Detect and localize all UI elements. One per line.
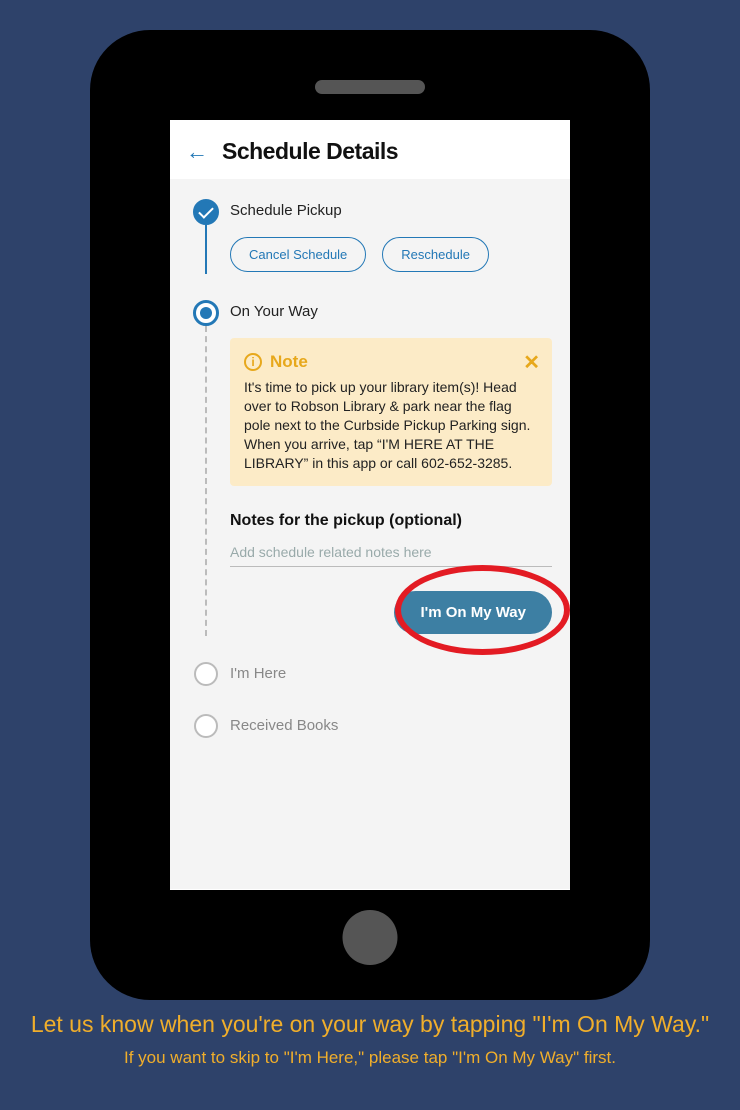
app-header: ← Schedule Details: [170, 120, 570, 179]
notes-label: Notes for the pickup (optional): [230, 512, 552, 530]
app-screen: ← Schedule Details Schedule Pickup Cance…: [170, 120, 570, 890]
step-marker-current-icon: [193, 300, 219, 326]
phone-frame: ← Schedule Details Schedule Pickup Cance…: [90, 30, 650, 1000]
back-arrow-icon[interactable]: ←: [186, 141, 208, 163]
step-marker-future-icon: [194, 662, 218, 686]
step-schedule-pickup: Schedule Pickup Cancel Schedule Reschedu…: [188, 199, 552, 300]
phone-speaker: [315, 80, 425, 94]
cancel-schedule-button[interactable]: Cancel Schedule: [230, 237, 366, 272]
step-title: On Your Way: [230, 300, 552, 320]
caption-line-2: If you want to skip to "I'm Here," pleas…: [30, 1048, 710, 1068]
step-title: I'm Here: [230, 662, 552, 682]
page-title: Schedule Details: [222, 138, 398, 165]
note-body: It's time to pick up your library item(s…: [244, 378, 536, 472]
instruction-captions: Let us know when you're on your way by t…: [0, 1010, 740, 1068]
step-marker-future-icon: [194, 714, 218, 738]
info-icon: i: [244, 353, 262, 371]
step-on-your-way: On Your Way i Note ✕ It's time to pick u…: [188, 300, 552, 662]
note-title: Note: [270, 352, 308, 372]
connector: [205, 225, 207, 274]
step-received-books: Received Books: [188, 714, 552, 798]
caption-line-1: Let us know when you're on your way by t…: [30, 1010, 710, 1040]
im-on-my-way-button[interactable]: I'm On My Way: [394, 591, 552, 634]
step-marker-done-icon: [193, 199, 219, 225]
step-im-here: I'm Here: [188, 662, 552, 714]
close-icon[interactable]: ✕: [523, 350, 540, 375]
timeline: Schedule Pickup Cancel Schedule Reschedu…: [188, 199, 552, 798]
connector: [205, 326, 207, 636]
content-area: Schedule Pickup Cancel Schedule Reschedu…: [170, 179, 570, 889]
reschedule-button[interactable]: Reschedule: [382, 237, 489, 272]
step-title: Schedule Pickup: [230, 199, 552, 219]
step-title: Received Books: [230, 714, 552, 734]
note-box: i Note ✕ It's time to pick up your libra…: [230, 338, 552, 486]
notes-input[interactable]: [230, 540, 552, 567]
phone-home-button[interactable]: [343, 910, 398, 965]
